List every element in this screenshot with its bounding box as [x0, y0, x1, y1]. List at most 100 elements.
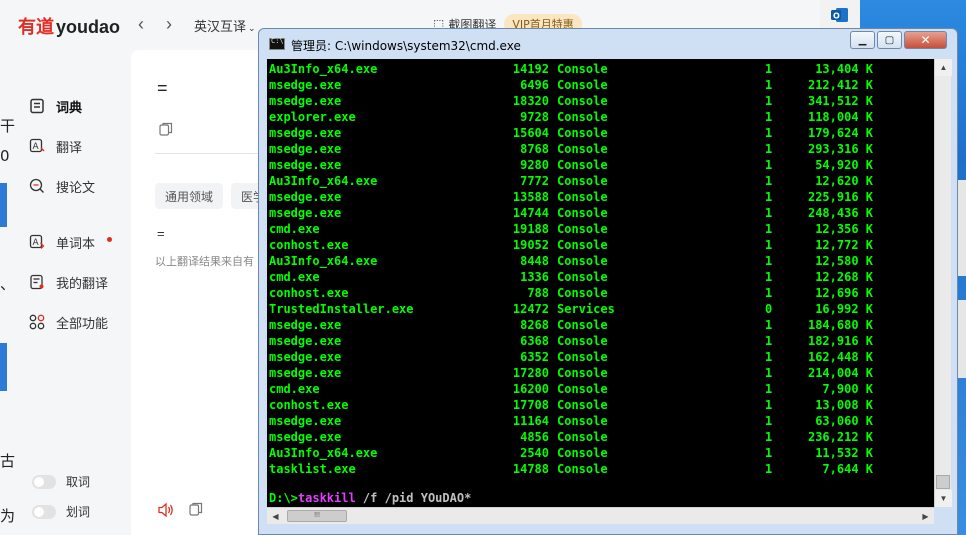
process-pid: 14192 — [512, 62, 549, 76]
process-table: Au3Info_x64.exe 14192 Console 1 13,404 Kmsed… — [269, 61, 873, 477]
toggle-word-capture[interactable]: 取词 — [32, 473, 90, 490]
cmd-title: 管理员: C:\windows\system32\cmd.exe — [291, 39, 521, 53]
query-text: = — [157, 78, 168, 98]
session-number: 1 — [765, 270, 773, 284]
chevron-down-icon: ⌄ — [248, 24, 256, 34]
scroll-left-arrow-icon[interactable]: ◀ — [267, 508, 284, 525]
session-name: Console — [557, 334, 608, 348]
sidebar-item-label: 词典 — [56, 100, 83, 116]
command-line[interactable]: D:\>taskkill /f /pid YOuDAO* — [269, 491, 471, 505]
process-name: Au3Info_x64.exe — [269, 446, 378, 460]
vertical-scroll-thumb[interactable] — [936, 475, 950, 489]
forward-arrow-icon[interactable]: › — [166, 14, 172, 35]
memory-usage: 236,212 K — [807, 430, 873, 444]
process-pid: 17280 — [512, 366, 549, 380]
memory-usage: 179,624 K — [807, 126, 873, 140]
logo-en: youdao — [56, 17, 121, 37]
copy-icon[interactable] — [159, 122, 173, 141]
process-pid: 9280 — [520, 158, 549, 172]
sidebar-item-wordbook[interactable]: A 单词本 — [28, 231, 113, 253]
close-button[interactable]: ✕ — [904, 31, 947, 49]
vertical-scrollbar[interactable]: ▲ ▼ — [934, 59, 952, 507]
table-row: Au3Info_x64.exe 7772 Console 1 12,620 K — [269, 173, 873, 189]
session-name: Console — [557, 126, 608, 140]
domain-chip-general[interactable]: 通用领域 — [155, 183, 224, 209]
logo-cn: 有道 — [18, 17, 54, 38]
language-mode-dropdown[interactable]: 英汉互译 ⌄ — [194, 16, 256, 35]
outlook-icon[interactable]: O — [820, 0, 860, 30]
process-name: Au3Info_x64.exe — [269, 174, 378, 188]
all-features-icon — [28, 313, 46, 331]
table-row: msedge.exe 4856 Console 1 236,212 K — [269, 429, 873, 445]
edge-blue-block — [0, 343, 7, 391]
sidebar-item-dictionary[interactable]: 词典 — [28, 95, 82, 117]
edge-glyph: 为 — [0, 507, 16, 525]
console-output[interactable]: Au3Info_x64.exe 14192 Console 1 13,404 Kmsed… — [267, 59, 934, 507]
toggle-label: 划词 — [66, 505, 91, 519]
session-number: 1 — [765, 110, 773, 124]
maximize-button[interactable]: ▢ — [877, 31, 902, 49]
typed-command: taskkill — [297, 491, 356, 505]
process-name: Au3Info_x64.exe — [269, 254, 378, 268]
table-row: cmd.exe 16200 Console 1 7,900 K — [269, 381, 873, 397]
toggle-switch[interactable] — [32, 474, 56, 489]
session-number: 1 — [765, 174, 773, 188]
minimize-button[interactable]: ▁ — [850, 31, 875, 49]
table-row: msedge.exe 6368 Console 1 182,916 K — [269, 333, 873, 349]
edge-glyph: 干 — [0, 117, 16, 135]
process-name: msedge.exe — [269, 190, 342, 204]
sidebar-item-translate[interactable]: A 翻译 — [28, 135, 82, 157]
sidebar-item-all-features[interactable]: 全部功能 — [28, 311, 108, 333]
back-arrow-icon[interactable]: ‹ — [138, 14, 144, 35]
session-number: 1 — [765, 318, 773, 332]
horizontal-scroll-thumb[interactable]: !!! — [287, 510, 347, 522]
paper-search-icon — [28, 177, 46, 195]
memory-usage: 12,356 K — [815, 222, 873, 236]
session-number: 1 — [765, 238, 773, 252]
cmd-window[interactable]: 管理员: C:\windows\system32\cmd.exe ▁ ▢ ✕ A… — [258, 28, 958, 535]
scroll-up-arrow-icon[interactable]: ▲ — [935, 59, 952, 76]
table-row: msedge.exe 8268 Console 1 184,680 K — [269, 317, 873, 333]
session-number: 1 — [765, 254, 773, 268]
process-pid: 17708 — [512, 398, 549, 412]
session-name: Console — [557, 318, 608, 332]
sidebar-item-my-translation[interactable]: 我的翻译 — [28, 271, 108, 293]
process-pid: 4856 — [520, 430, 549, 444]
table-row: msedge.exe 9280 Console 1 54,920 K — [269, 157, 873, 173]
process-name: tasklist.exe — [269, 462, 356, 476]
session-name: Console — [557, 366, 608, 380]
memory-usage: 63,060 K — [815, 414, 873, 428]
scroll-down-arrow-icon[interactable]: ▼ — [935, 490, 952, 507]
toggle-switch[interactable] — [32, 504, 56, 519]
session-number: 1 — [765, 206, 773, 220]
table-row: msedge.exe 13588 Console 1 225,916 K — [269, 189, 873, 205]
source-note: 以上翻译结果来自有 — [155, 255, 254, 268]
process-name: conhost.exe — [269, 238, 349, 252]
window-controls: ▁ ▢ ✕ — [850, 31, 947, 49]
horizontal-scrollbar[interactable]: ◀ !!! ▶ — [267, 507, 934, 524]
session-number: 1 — [765, 366, 773, 380]
session-number: 1 — [765, 62, 773, 76]
cmd-titlebar[interactable]: 管理员: C:\windows\system32\cmd.exe ▁ ▢ ✕ — [259, 29, 957, 59]
toggle-selection-translate[interactable]: 划词 — [32, 503, 90, 520]
session-name: Console — [557, 430, 608, 444]
process-pid: 1336 — [520, 270, 549, 284]
session-name: Console — [557, 206, 608, 220]
process-name: msedge.exe — [269, 94, 342, 108]
table-row: msedge.exe 8768 Console 1 293,316 K — [269, 141, 873, 157]
process-pid: 788 — [527, 286, 549, 300]
session-name: Console — [557, 382, 608, 396]
session-name: Console — [557, 158, 608, 172]
session-number: 1 — [765, 190, 773, 204]
table-row: conhost.exe 17708 Console 1 13,008 K — [269, 397, 873, 413]
sidebar-item-label: 翻译 — [56, 140, 83, 156]
scroll-right-arrow-icon[interactable]: ▶ — [917, 508, 934, 525]
copy-icon[interactable] — [189, 502, 203, 521]
session-number: 1 — [765, 286, 773, 300]
process-name: msedge.exe — [269, 414, 342, 428]
sidebar-item-paper-search[interactable]: 搜论文 — [28, 175, 95, 197]
process-pid: 6368 — [520, 334, 549, 348]
session-number: 1 — [765, 350, 773, 364]
speaker-icon[interactable] — [157, 502, 175, 523]
memory-usage: 16,992 K — [815, 302, 873, 316]
